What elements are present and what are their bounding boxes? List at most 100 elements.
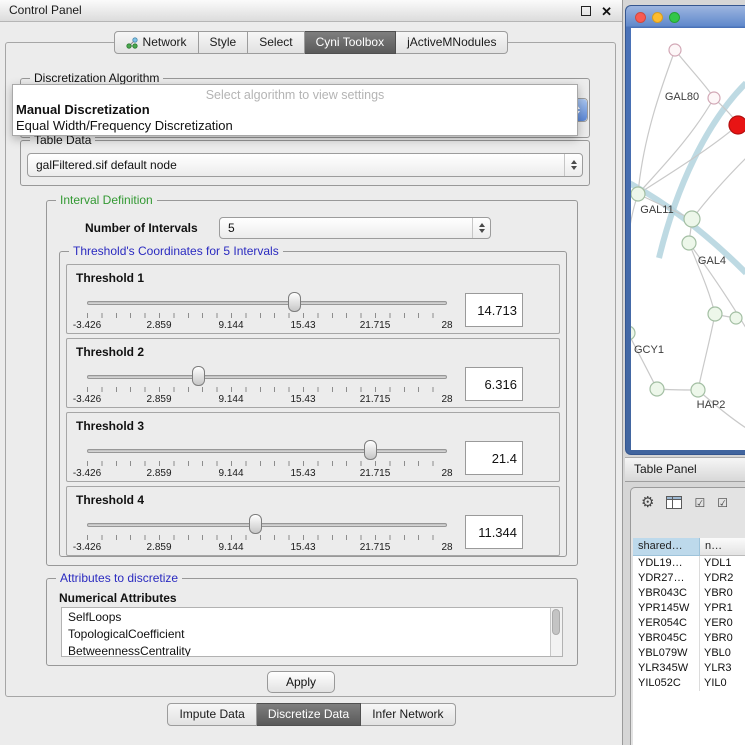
tab-label: Infer Network: [372, 704, 443, 725]
minimize-traffic-light[interactable]: [652, 12, 663, 23]
network-node[interactable]: [691, 383, 705, 397]
tab-cyni-toolbox[interactable]: Cyni Toolbox: [305, 31, 396, 54]
slider-thumb[interactable]: [192, 366, 205, 386]
slider-thumb[interactable]: [364, 440, 377, 460]
table-cell-shared-name: YER054C: [633, 616, 700, 631]
tab-network[interactable]: Network: [114, 31, 199, 54]
tick-label: -3.426: [73, 542, 101, 553]
network-edge: [638, 125, 738, 194]
scrollbar-thumb[interactable]: [552, 609, 560, 635]
checkbox-icon[interactable]: ☑: [717, 497, 728, 509]
attribute-list-item[interactable]: SelfLoops: [62, 609, 550, 626]
column-header-shared-name[interactable]: shared…: [633, 538, 700, 556]
titlebar[interactable]: Control Panel ✕: [0, 0, 622, 22]
threshold-value[interactable]: 11.344: [465, 515, 523, 549]
threshold-slider[interactable]: -3.4262.8599.14415.4321.71528: [87, 513, 447, 553]
network-edge: [638, 50, 675, 194]
table-panel-titlebar[interactable]: Table Panel: [625, 457, 745, 482]
group-title: Threshold's Coordinates for 5 Intervals: [69, 244, 283, 258]
slider-thumb[interactable]: [288, 292, 301, 312]
zoom-traffic-light[interactable]: [669, 12, 680, 23]
tab-style[interactable]: Style: [199, 31, 249, 54]
network-node[interactable]: [684, 211, 700, 227]
network-node[interactable]: [730, 312, 742, 324]
table-data-combobox[interactable]: galFiltered.sif default node: [27, 153, 583, 177]
table-cell-name: YER0: [700, 616, 745, 631]
tick-label: -3.426: [73, 394, 101, 405]
threshold-value[interactable]: 21.4: [465, 441, 523, 475]
network-node[interactable]: [708, 92, 720, 104]
apply-button[interactable]: Apply: [267, 671, 335, 693]
network-node[interactable]: [631, 326, 635, 340]
threshold-value[interactable]: 6.316: [465, 367, 523, 401]
node-table: shared… n… YDL19…YDL1YDR27…YDR2YBR043CYB…: [633, 538, 745, 745]
column-browser-icon[interactable]: [666, 496, 682, 509]
table-row[interactable]: YIL052CYIL0: [633, 676, 745, 691]
table-row[interactable]: YBR043CYBR0: [633, 586, 745, 601]
table-row[interactable]: YER054CYER0: [633, 616, 745, 631]
network-node[interactable]: [682, 236, 696, 250]
network-edge: [689, 243, 715, 314]
table-row[interactable]: YDR27…YDR2: [633, 571, 745, 586]
tab-jactivemnodules[interactable]: jActiveMNodules: [396, 31, 508, 54]
table-row[interactable]: YLR345WYLR3: [633, 661, 745, 676]
slider-track[interactable]: [87, 301, 447, 305]
table-row[interactable]: YDL19…YDL1: [633, 556, 745, 571]
network-node[interactable]: [650, 382, 664, 396]
dropdown-option-equal-width-frequency[interactable]: Equal Width/Frequency Discretization: [13, 118, 577, 134]
attribute-list-item[interactable]: TopologicalCoefficient: [62, 626, 550, 643]
close-traffic-light[interactable]: [635, 12, 646, 23]
tab-discretize-data[interactable]: Discretize Data: [257, 703, 361, 726]
threshold-slider[interactable]: -3.4262.8599.14415.4321.71528: [87, 291, 447, 331]
network-view-window[interactable]: GAL80 GAL11 GAL4 GCY1 HAP2: [625, 5, 745, 455]
table-cell-name: YLR3: [700, 661, 745, 676]
close-icon[interactable]: ✕: [601, 5, 612, 18]
list-items: SelfLoopsTopologicalCoefficientBetweenne…: [62, 609, 550, 657]
network-node[interactable]: [708, 307, 722, 321]
network-node[interactable]: [631, 187, 645, 201]
slider-thumb[interactable]: [249, 514, 262, 534]
tab-infer-network[interactable]: Infer Network: [361, 703, 455, 726]
threshold-slider[interactable]: -3.4262.8599.14415.4321.71528: [87, 365, 447, 405]
dropdown-option-manual-discretization[interactable]: Manual Discretization: [13, 102, 577, 118]
column-header-name[interactable]: n…: [700, 538, 745, 556]
tick-label: 2.859: [146, 542, 171, 553]
table-cell-shared-name: YLR345W: [633, 661, 700, 676]
scrollbar[interactable]: [550, 608, 562, 656]
scale-labels: -3.4262.8599.14415.4321.71528: [87, 542, 447, 554]
numerical-attributes-list[interactable]: SelfLoopsTopologicalCoefficientBetweenne…: [61, 607, 563, 657]
tab-impute-data[interactable]: Impute Data: [167, 703, 256, 726]
tab-label: Network: [143, 32, 187, 53]
table-row[interactable]: YPR145WYPR1: [633, 601, 745, 616]
table-cell-shared-name: YBL079W: [633, 646, 700, 661]
slider-track[interactable]: [87, 523, 447, 527]
group-title: Discretization Algorithm: [30, 71, 163, 85]
table-panel-window: ⚙ ☑ ☑ shared… n… YDL19…YDL1YDR27…YDR2YBR…: [630, 487, 745, 745]
tab-select[interactable]: Select: [248, 31, 304, 54]
slider-track[interactable]: [87, 375, 447, 379]
table-cell-shared-name: YDL19…: [633, 556, 700, 571]
table-cell-name: YIL0: [700, 676, 745, 691]
network-node-selected[interactable]: [729, 116, 745, 134]
tick-label: 15.43: [290, 542, 315, 553]
network-node[interactable]: [669, 44, 681, 56]
threshold-value[interactable]: 14.713: [465, 293, 523, 327]
combo-stepper-icon: [564, 154, 582, 176]
threshold-panel: Threshold 3 -3.4262.8599.14415.4321.7152…: [66, 412, 560, 482]
float-window-icon[interactable]: [581, 6, 591, 16]
number-of-intervals-combobox[interactable]: 5: [219, 217, 491, 239]
network-edge: [698, 314, 715, 390]
threshold-slider[interactable]: -3.4262.8599.14415.4321.71528: [87, 439, 447, 479]
table-row[interactable]: YBR045CYBR0: [633, 631, 745, 646]
checkbox-icon[interactable]: ☑: [694, 497, 705, 509]
table-row[interactable]: YBL079WYBL0: [633, 646, 745, 661]
tick-label: 9.144: [218, 542, 243, 553]
threshold-label: Threshold 1: [76, 271, 144, 285]
network-edge: [692, 158, 745, 219]
attribute-list-item[interactable]: BetweennessCentrality: [62, 643, 550, 657]
dropdown-placeholder: Select algorithm to view settings: [13, 85, 577, 102]
network-canvas[interactable]: GAL80 GAL11 GAL4 GCY1 HAP2: [631, 28, 745, 450]
slider-track[interactable]: [87, 449, 447, 453]
thresholds-group: Threshold's Coordinates for 5 Intervals …: [59, 251, 567, 557]
gear-icon[interactable]: ⚙: [641, 495, 654, 510]
